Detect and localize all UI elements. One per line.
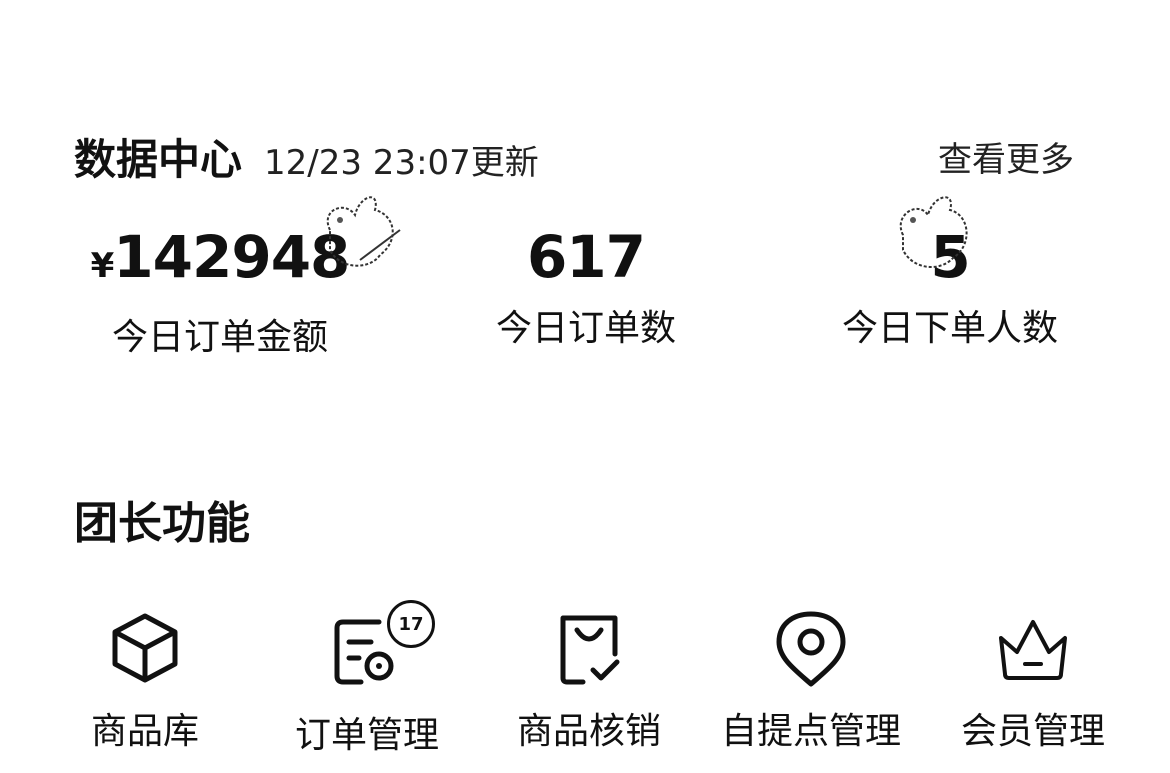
currency-symbol: ¥	[90, 246, 115, 286]
stat-label: 今日订单金额	[111, 317, 328, 358]
function-label: 商品核销	[516, 711, 661, 752]
function-label: 订单管理	[294, 715, 439, 756]
crown-icon	[999, 620, 1067, 680]
function-order-management[interactable]: 17 订单管理	[262, 600, 472, 760]
function-member-management[interactable]: 会员管理	[928, 608, 1138, 756]
function-label: 自提点管理	[720, 711, 901, 752]
function-label: 会员管理	[960, 711, 1105, 752]
update-time: 12/23 23:07更新	[264, 143, 539, 183]
stat-order-count[interactable]: 617 今日订单数	[436, 215, 736, 359]
data-center-title: 数据中心	[74, 135, 243, 184]
view-more-link[interactable]: 查看更多	[938, 132, 1074, 181]
stats-row: ¥142948 今日订单金额 617 今日订单数 5 今日下单人数	[0, 196, 1170, 365]
stat-label: 今日下单人数	[841, 308, 1058, 349]
order-count-badge: 17	[387, 600, 435, 648]
functions-title: 团长功能	[74, 498, 250, 549]
function-product-verification[interactable]: 商品核销	[484, 608, 694, 756]
cube-icon	[112, 613, 178, 683]
clipped-top-text: ▔▔ ▔▔▔▔▔▔▔▔▔▔▔ ▔▔ ▔▔▔▔▔▔▔▔▔▔▔	[70, 0, 970, 8]
location-pin-icon	[776, 611, 846, 687]
stat-label: 今日订单数	[495, 308, 676, 349]
mascot-watermark-icon	[326, 196, 401, 267]
bag-check-icon	[560, 615, 620, 685]
function-label: 商品库	[90, 711, 199, 752]
data-center-header: 数据中心 12/23 23:07更新 查看更多	[74, 126, 1074, 184]
functions-grid: 商品库 17 订单管理 商品核销 自提点管理 会员管理	[40, 600, 1140, 768]
mascot-watermark-icon	[899, 196, 968, 269]
function-product-library[interactable]: 商品库	[40, 608, 250, 756]
function-pickup-point-management[interactable]: 自提点管理	[706, 608, 916, 756]
order-icon-wrap: 17	[327, 600, 435, 688]
stat-number: 617	[526, 223, 646, 291]
